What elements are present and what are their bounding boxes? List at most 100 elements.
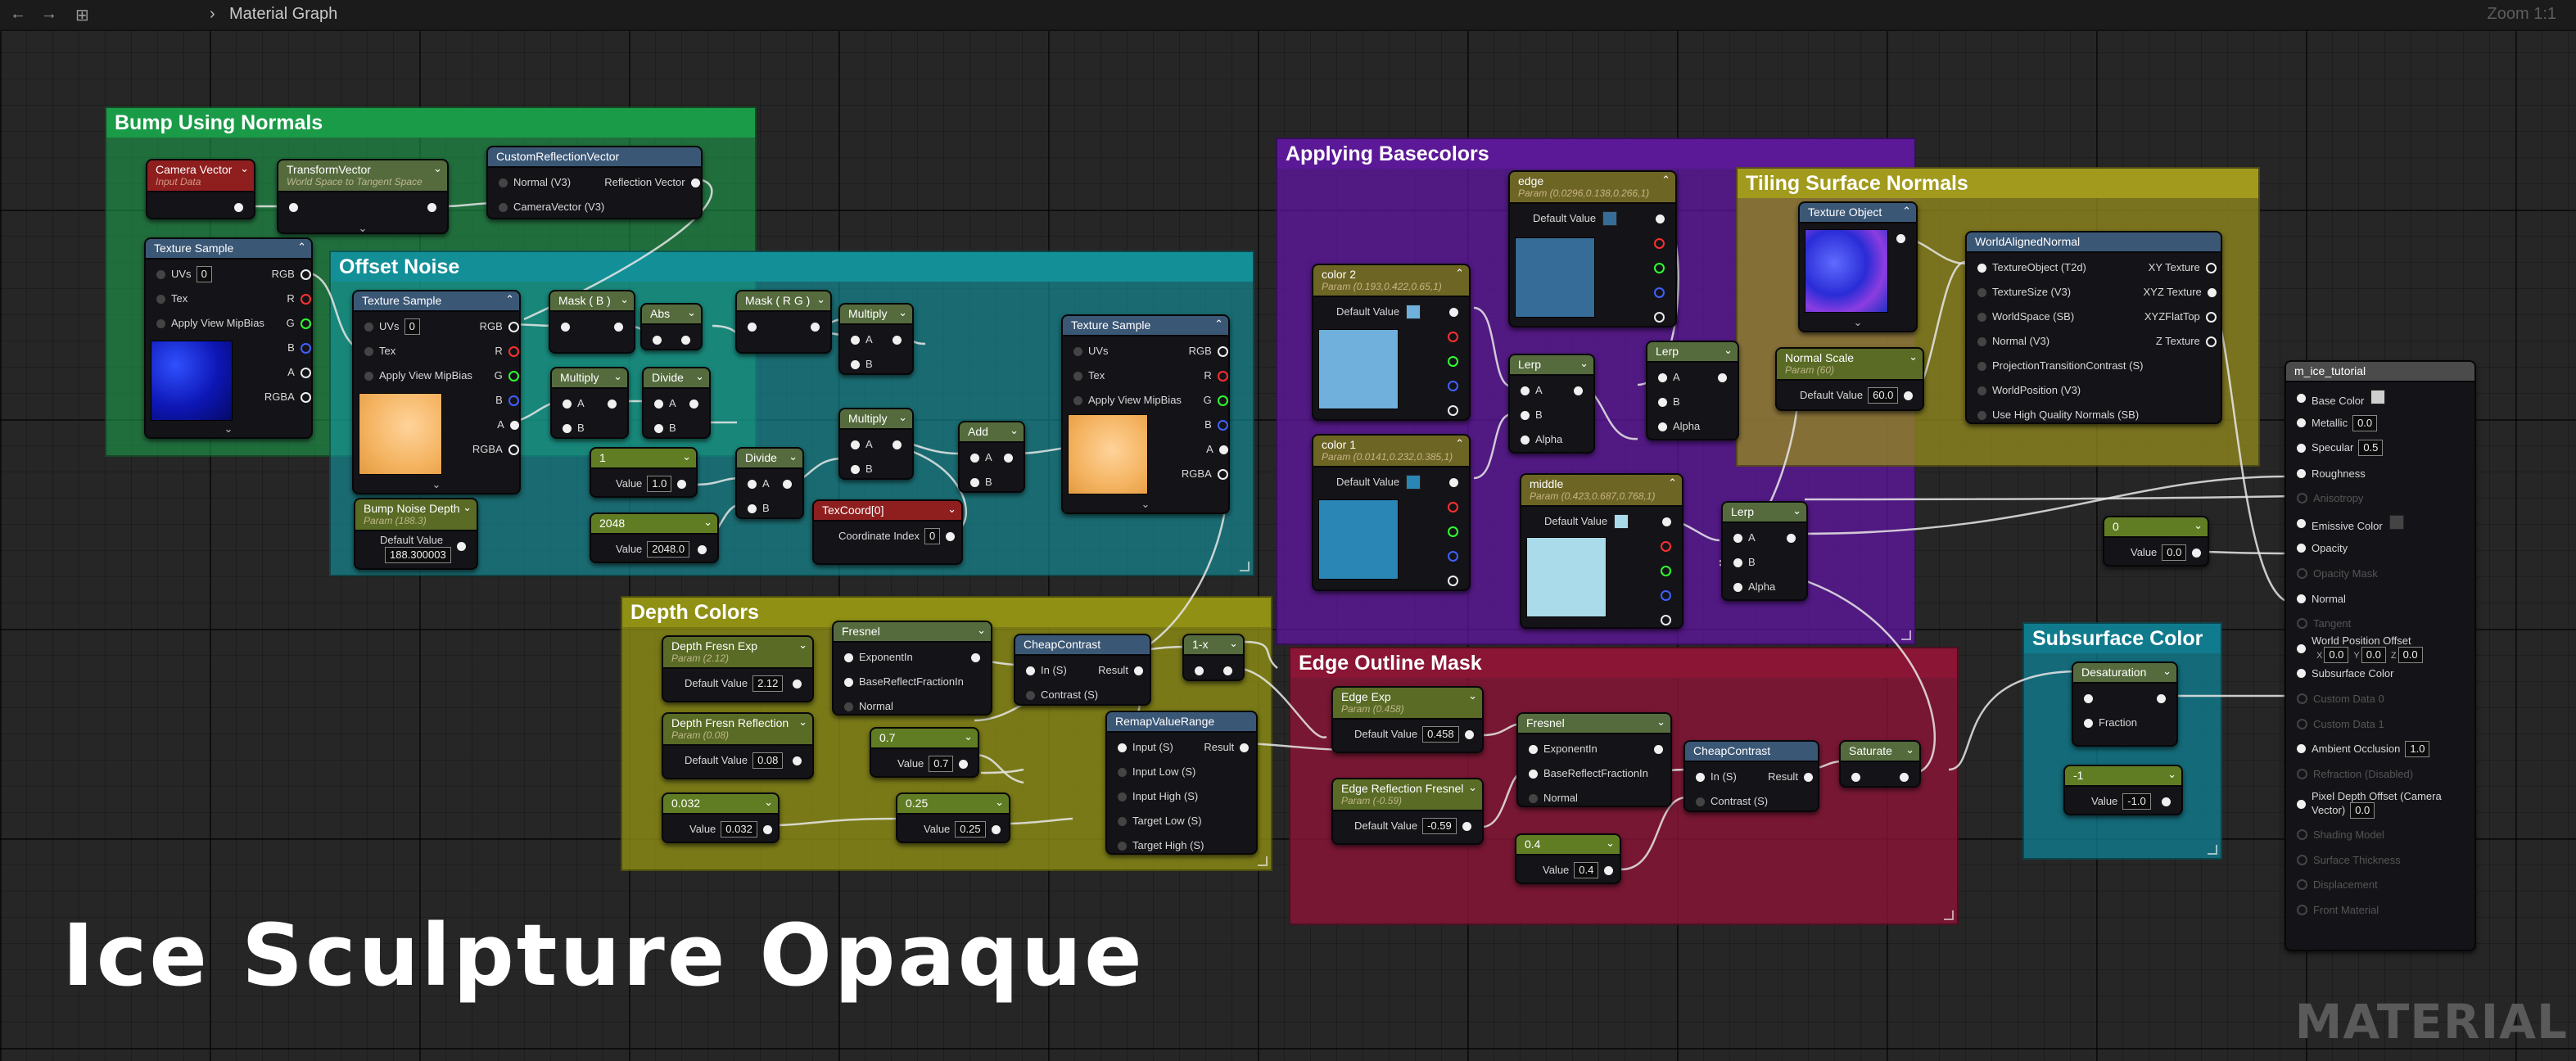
node-divide-1[interactable]: Divide ⌄ AB xyxy=(642,367,711,439)
output-pin[interactable] xyxy=(2162,797,2171,806)
material-pin-emissive-color[interactable]: Emissive Color xyxy=(2291,511,2470,536)
node-transform-vector[interactable]: TransformVector World Space to Tangent Sp… xyxy=(277,159,449,234)
output-pin[interactable] xyxy=(946,531,956,541)
output-pin[interactable] xyxy=(508,444,519,455)
output-pin[interactable] xyxy=(1661,589,1671,601)
output-pin[interactable] xyxy=(1896,233,1905,243)
chevron-down-icon[interactable]: ⌄ xyxy=(1909,350,1918,363)
chevron-down-icon[interactable]: ⌄ xyxy=(433,162,442,175)
value-field[interactable]: 0.5 xyxy=(2358,440,2384,457)
color-swatch[interactable] xyxy=(1602,211,1618,226)
output-pin[interactable] xyxy=(811,322,820,332)
output-pin[interactable] xyxy=(1574,386,1583,395)
output-pin[interactable] xyxy=(1449,477,1458,487)
value-field-x[interactable]: 0.0 xyxy=(2324,646,2349,663)
output-pin[interactable] xyxy=(1217,370,1228,382)
input-pin[interactable] xyxy=(1977,263,1986,273)
chevron-down-icon[interactable]: ⌄ xyxy=(354,478,519,491)
chevron-down-icon[interactable]: ⌄ xyxy=(816,293,825,306)
output-pin[interactable] xyxy=(1133,666,1143,675)
input-pin[interactable] xyxy=(970,453,979,463)
input-pin[interactable] xyxy=(844,652,853,662)
input-pin[interactable] xyxy=(2297,443,2306,453)
output-pin[interactable] xyxy=(793,756,802,765)
output-pin[interactable] xyxy=(1223,666,1232,675)
chevron-down-icon[interactable]: ⌄ xyxy=(1800,316,1916,329)
node-bump-noise-depth[interactable]: Bump Noise Depth Param (188.3) ⌄ Default V… xyxy=(354,498,478,570)
input-pin[interactable] xyxy=(1696,772,1705,782)
node-world-aligned-normal[interactable]: WorldAlignedNormal TextureObject (T2d) T… xyxy=(1965,231,2222,424)
input-pin[interactable] xyxy=(1977,410,1986,420)
material-pin-metallic[interactable]: Metallic 0.0 xyxy=(2291,411,2470,436)
output-pin[interactable] xyxy=(1448,501,1458,512)
input-pin[interactable] xyxy=(2297,693,2307,704)
value-field-z[interactable]: 0.0 xyxy=(2397,646,2423,663)
chevron-down-icon[interactable]: ⌄ xyxy=(798,639,807,652)
input-pin[interactable] xyxy=(1977,386,1986,395)
chevron-down-icon[interactable]: ⌄ xyxy=(613,370,622,383)
input-pin[interactable] xyxy=(1118,743,1127,752)
output-pin[interactable] xyxy=(508,345,519,357)
chevron-down-icon[interactable]: ⌄ xyxy=(789,450,798,463)
input-pin[interactable] xyxy=(2084,718,2093,728)
chevron-down-icon[interactable]: ⌄ xyxy=(703,516,712,529)
chevron-down-icon[interactable]: ⌄ xyxy=(977,624,986,637)
output-pin[interactable] xyxy=(2205,336,2217,347)
output-pin[interactable] xyxy=(234,202,243,212)
output-pin[interactable] xyxy=(783,479,792,489)
output-pin[interactable] xyxy=(762,824,772,834)
material-pin-pixel-depth-offset-camera-vector[interactable]: Pixel Depth Offset (Camera Vector) 0.0 xyxy=(2291,787,2470,823)
chevron-down-icon[interactable]: ⌄ xyxy=(2194,519,2203,532)
output-pin[interactable] xyxy=(2157,693,2166,703)
output-pin[interactable] xyxy=(1900,772,1909,782)
output-pin[interactable] xyxy=(508,321,519,332)
output-pin[interactable] xyxy=(1448,355,1458,367)
output-pin[interactable] xyxy=(1448,331,1458,342)
chevron-down-icon[interactable]: ⌄ xyxy=(278,222,447,233)
input-pin[interactable] xyxy=(2297,854,2307,865)
input-pin[interactable] xyxy=(654,423,663,433)
output-pin[interactable] xyxy=(1656,214,1665,223)
output-pin[interactable] xyxy=(1654,311,1665,323)
output-pin[interactable] xyxy=(2207,287,2217,297)
node-lerp-1[interactable]: Lerp ⌄ A B Alpha xyxy=(1508,354,1595,454)
input-pin[interactable] xyxy=(1118,816,1127,826)
value-field[interactable]: 0.7 xyxy=(929,756,954,772)
node-camera-vector[interactable]: Camera Vector Input Data ⌄ xyxy=(146,159,255,219)
coordinate-index-field[interactable]: 0 xyxy=(924,528,941,544)
chevron-down-icon[interactable]: ⌄ xyxy=(620,293,629,306)
input-pin[interactable] xyxy=(2297,468,2306,478)
node-depth-fresn-reflection[interactable]: Depth Fresn Reflection Param (0.08) ⌄ Defa… xyxy=(662,712,814,779)
input-pin[interactable] xyxy=(2297,393,2306,403)
value-field[interactable]: 0.0 xyxy=(2350,802,2375,819)
color-swatch[interactable] xyxy=(1406,305,1421,319)
output-pin[interactable] xyxy=(1661,565,1671,576)
node-remap-value-range[interactable]: RemapValueRange Input (S) Input Low (S) In… xyxy=(1105,711,1258,855)
output-pin[interactable] xyxy=(300,367,311,378)
node-mask-b[interactable]: Mask ( B ) ⌄ xyxy=(549,290,635,354)
node-multiply-3[interactable]: Multiply ⌄ A B xyxy=(838,408,914,480)
input-pin[interactable] xyxy=(851,335,860,345)
node-add[interactable]: Add ⌄ AB xyxy=(958,421,1025,493)
node-edge-reflection-fresnel[interactable]: Edge Reflection Fresnel Param (-0.59) ⌄ De… xyxy=(1331,778,1484,845)
chevron-down-icon[interactable]: ⌄ xyxy=(463,501,472,514)
input-pin[interactable] xyxy=(2297,518,2306,528)
output-pin[interactable] xyxy=(427,202,436,212)
output-pin[interactable] xyxy=(698,544,707,554)
input-pin[interactable] xyxy=(1118,792,1127,801)
node-one-minus[interactable]: 1-x ⌄ xyxy=(1182,634,1245,681)
input-pin[interactable] xyxy=(156,318,165,328)
input-pin[interactable] xyxy=(1658,422,1667,431)
input-pin[interactable] xyxy=(2297,493,2307,504)
output-pin[interactable] xyxy=(1654,237,1665,249)
value-field[interactable]: -0.59 xyxy=(1422,818,1457,834)
input-pin[interactable] xyxy=(1529,769,1538,779)
input-pin[interactable] xyxy=(563,399,572,409)
chevron-down-icon[interactable]: ⌄ xyxy=(1905,743,1914,756)
value-field[interactable]: 2.12 xyxy=(752,675,784,692)
material-pin-anisotropy[interactable]: Anisotropy xyxy=(2291,485,2470,511)
input-pin[interactable] xyxy=(851,440,860,449)
output-pin[interactable] xyxy=(959,759,969,769)
chevron-down-icon[interactable]: ⌄ xyxy=(1468,689,1477,702)
node-custom-reflection-vector[interactable]: CustomReflectionVector Normal (V3) Camera… xyxy=(486,146,703,219)
